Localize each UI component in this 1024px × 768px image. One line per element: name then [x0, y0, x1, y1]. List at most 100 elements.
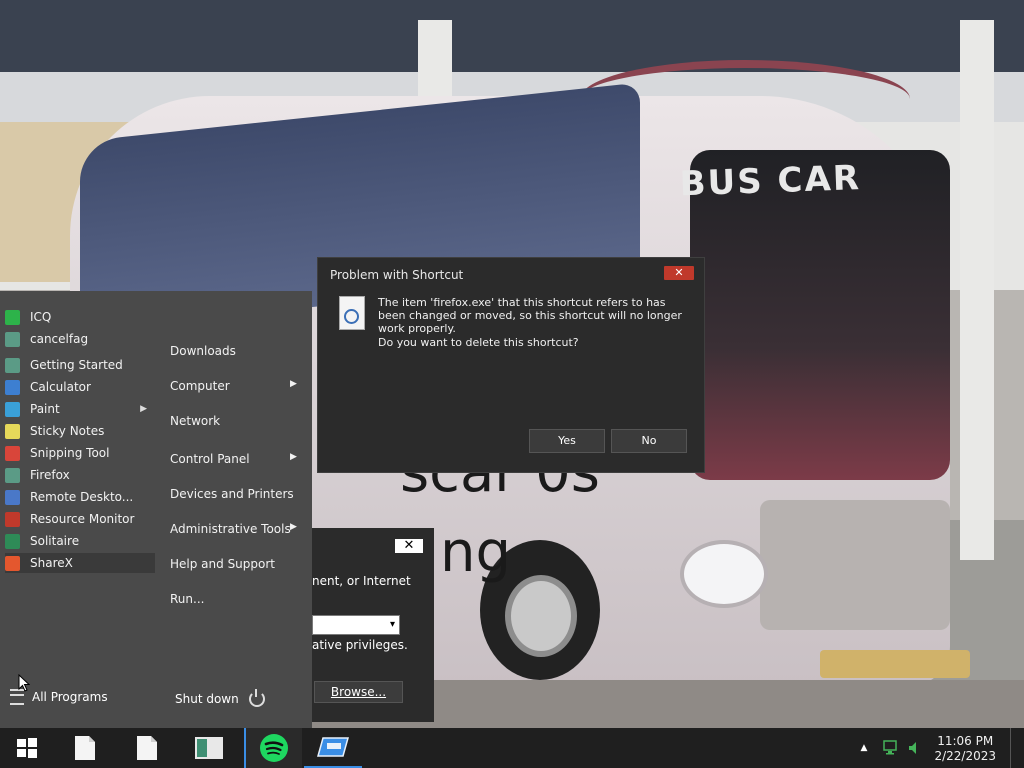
chevron-up-icon: ▲ — [860, 743, 868, 753]
start-menu-item-label: ICQ — [30, 310, 52, 324]
icq-icon — [5, 309, 20, 325]
yes-button[interactable]: Yes — [529, 429, 605, 453]
snipping-tool-icon — [5, 445, 20, 461]
start-place-label: Run... — [170, 592, 205, 606]
show-desktop-button[interactable] — [1010, 728, 1024, 768]
start-place-label: Control Panel — [170, 452, 250, 466]
start-menu-item-label: cancelfag — [30, 332, 89, 346]
building-pillar — [960, 20, 994, 560]
run-close-button[interactable]: ✕ — [395, 539, 423, 553]
chevron-right-icon: ▶ — [290, 522, 297, 532]
clock-date: 2/22/2023 — [934, 749, 996, 763]
run-open-combobox[interactable]: ▾ — [312, 615, 400, 635]
taskbar-spotify[interactable] — [244, 728, 302, 768]
firefox-app-icon — [5, 467, 20, 483]
start-place-item[interactable]: Downloads — [170, 344, 236, 358]
chevron-right-icon: ▶ — [140, 404, 147, 414]
resource-monitor-icon — [5, 511, 20, 527]
power-icon — [248, 689, 265, 707]
sticky-notes-icon — [5, 423, 20, 439]
bus-headlamp — [680, 540, 768, 608]
getting-started-icon — [5, 357, 20, 373]
start-menu-item[interactable]: Solitaire — [5, 531, 155, 551]
browse-button[interactable]: Browse... — [314, 681, 403, 703]
mouse-pointer-icon — [18, 674, 30, 692]
calculator-icon — [5, 379, 20, 395]
no-button[interactable]: No — [611, 429, 687, 453]
start-place-label: Devices and Printers — [170, 487, 294, 501]
network-icon — [883, 740, 897, 755]
taskbar: ▲ 11:06 PM 2/22/2023 — [0, 728, 1024, 768]
start-menu-item[interactable]: cancelfag — [5, 329, 155, 349]
shutdown-button[interactable]: Shut down — [175, 689, 265, 707]
taskbar-document-2[interactable] — [124, 728, 170, 768]
solitaire-icon — [5, 533, 20, 549]
taskbar-run[interactable] — [304, 728, 362, 768]
taskbar-app-window[interactable] — [186, 728, 232, 768]
start-menu-item[interactable]: Calculator — [5, 377, 155, 397]
wallpaper-overlay-text: ng — [440, 520, 512, 585]
building-roof — [0, 0, 1024, 72]
problem-with-shortcut-dialog: Problem with Shortcut ✕ The item 'firefo… — [318, 258, 704, 472]
sharex-icon — [5, 555, 20, 571]
app-window-icon — [195, 737, 223, 759]
start-menu-item-label: Firefox — [30, 468, 70, 482]
start-place-item[interactable]: Computer ▶ — [170, 379, 297, 393]
chevron-down-icon[interactable]: ▾ — [390, 619, 399, 630]
app-window-icon — [5, 331, 20, 347]
network-tray-button[interactable] — [880, 728, 904, 768]
taskbar-document-1[interactable] — [62, 728, 108, 768]
start-place-label: Downloads — [170, 344, 236, 358]
start-button[interactable] — [0, 728, 54, 768]
start-menu-item[interactable]: ICQ — [5, 307, 155, 327]
start-place-label: Network — [170, 414, 221, 428]
magnifier-icon — [344, 309, 359, 324]
paint-icon — [5, 401, 20, 417]
chevron-right-icon: ▶ — [290, 452, 297, 462]
chevron-right-icon: ▶ — [290, 379, 297, 389]
dialog-message: The item 'firefox.exe' that this shortcu… — [378, 296, 682, 335]
start-place-item[interactable]: Run... — [170, 592, 204, 606]
start-menu-item-label: Resource Monitor — [30, 512, 135, 526]
shutdown-label: Shut down — [175, 692, 239, 706]
broken-shortcut-icon — [339, 296, 365, 330]
start-menu-item[interactable]: Remote Deskto... — [5, 487, 155, 507]
start-menu-item-label: Remote Deskto... — [30, 490, 134, 504]
start-menu-item-label: Snipping Tool — [30, 446, 110, 460]
dialog-close-button[interactable]: ✕ — [664, 266, 694, 280]
bus-grille — [760, 500, 950, 630]
start-menu-item-label: Paint — [30, 402, 60, 416]
start-place-label: Computer — [170, 379, 230, 393]
remote-desktop-icon — [5, 489, 20, 505]
dialog-question: Do you want to delete this shortcut? — [378, 336, 579, 349]
start-menu: ICQ cancelfag Getting Started Calculator Pai… — [0, 291, 312, 728]
show-hidden-icons-button[interactable]: ▲ — [856, 728, 872, 768]
start-place-item[interactable]: Devices and Printers — [170, 487, 294, 501]
windows-logo-icon — [17, 738, 37, 758]
start-menu-item[interactable]: Resource Monitor — [5, 509, 155, 529]
start-menu-item-label: Sticky Notes — [30, 424, 105, 438]
document-icon — [137, 736, 157, 760]
run-description: nent, or Internet — [312, 574, 411, 588]
start-menu-item[interactable]: Sticky Notes — [5, 421, 155, 441]
bus-destination-sign: BUS CAR — [679, 158, 862, 205]
start-menu-item[interactable]: Getting Started — [5, 355, 155, 375]
start-menu-item[interactable]: ShareX — [5, 553, 155, 573]
run-icon — [317, 737, 349, 757]
start-place-label: Help and Support — [170, 557, 275, 571]
start-menu-item[interactable]: Firefox — [5, 465, 155, 485]
volume-tray-button[interactable] — [904, 728, 926, 768]
start-place-item[interactable]: Control Panel ▶ — [170, 452, 297, 466]
start-place-item[interactable]: Network — [170, 414, 220, 428]
start-place-item[interactable]: Administrative Tools ▶ — [170, 522, 297, 536]
run-dialog: ✕ nent, or Internet ▾ ative privileges. … — [312, 528, 434, 722]
spotify-icon — [260, 734, 288, 762]
start-menu-item[interactable]: Paint ▶ — [5, 399, 155, 419]
start-menu-places: Shut down Downloads Computer ▶ Network Contr… — [156, 291, 312, 728]
start-place-item[interactable]: Help and Support — [170, 557, 275, 571]
run-privileges-note: ative privileges. — [312, 638, 408, 652]
clock[interactable]: 11:06 PM 2/22/2023 — [934, 734, 996, 764]
start-menu-item-label: Getting Started — [30, 358, 123, 372]
start-menu-item[interactable]: Snipping Tool — [5, 443, 155, 463]
speaker-icon — [909, 742, 916, 754]
